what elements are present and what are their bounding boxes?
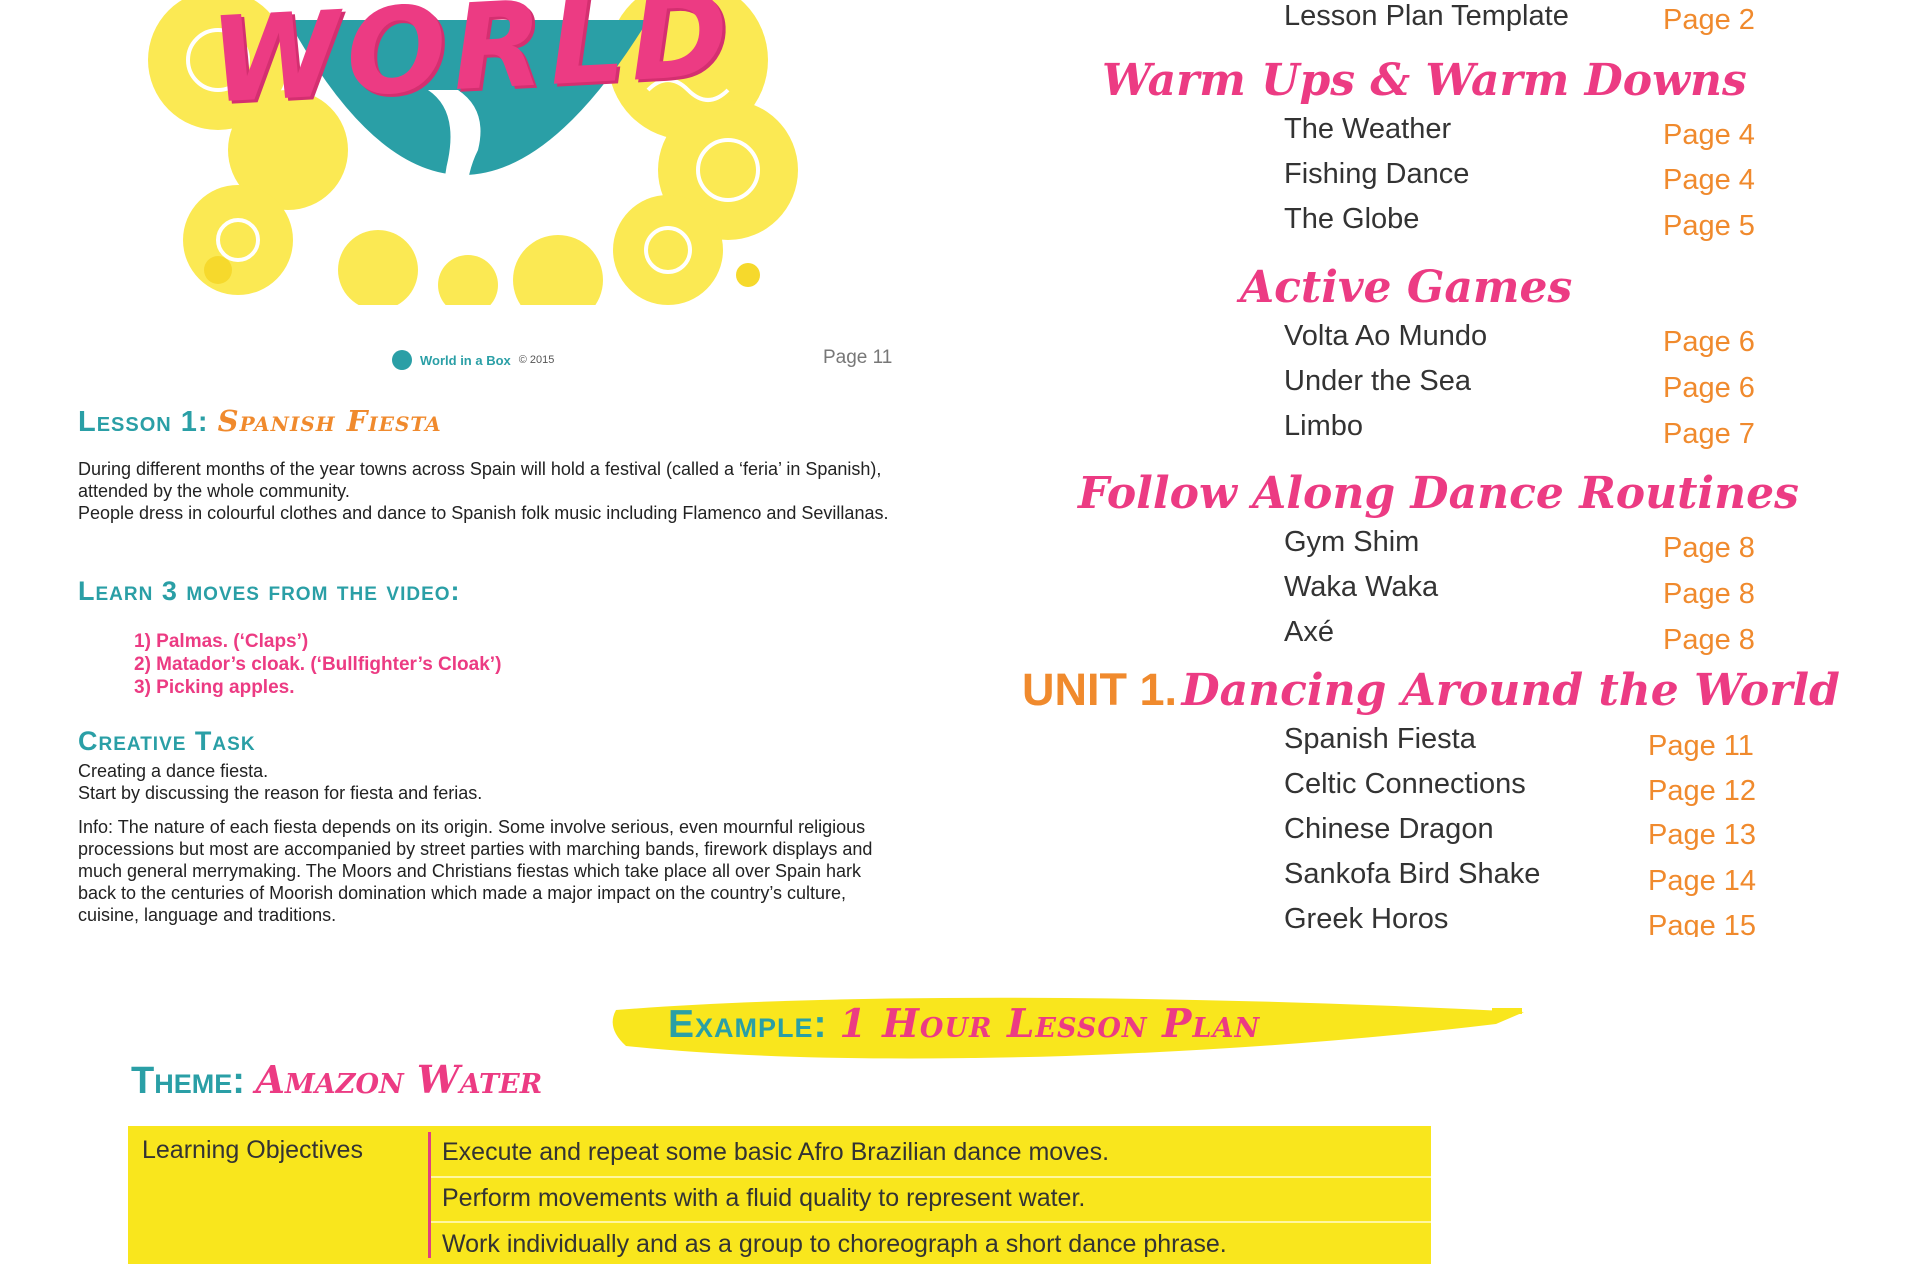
toc-item-page: Page 14 [1648,865,1757,897]
theme-prefix: Theme: [131,1060,245,1102]
toc-item-name: The Weather [1284,113,1452,145]
objective-row: Execute and repeat some basic Afro Brazi… [442,1138,1110,1166]
toc-item-page: Page 6 [1663,326,1755,358]
toc-item-name: Gym Shim [1284,526,1420,558]
theme-title: Amazon Water [255,1057,543,1102]
move-item: 1) Palmas. (‘Claps’) [134,631,309,652]
lesson-heading: Lesson 1: Spanish Fiesta [78,404,442,439]
toc-item-page: Page 8 [1663,532,1755,564]
toc-item-page: Page 4 [1663,164,1755,196]
toc-item-page: Page 2 [1663,4,1755,36]
creative-task-line-1: Creating a dance fiesta. [78,761,269,781]
row-divider [431,1176,1431,1178]
example-heading: Example: 1 Hour Lesson Plan [668,1001,1260,1047]
move-item: 2) Matador’s cloak. (‘Bullfighter’s Cloa… [134,654,502,675]
toc-section-title: Warm Ups & Warm Downs [1102,55,1747,106]
creative-task-line-2: Start by discussing the reason for fiest… [78,783,483,803]
toc-item-name: Volta Ao Mundo [1284,320,1488,352]
toc-item-name: Greek Horos [1284,903,1449,935]
column-divider [428,1132,431,1258]
objectives-label: Learning Objectives [142,1136,363,1164]
world-in-a-box-logo: World in a Box © 2015 [392,350,554,370]
toc-item-name: Under the Sea [1284,365,1472,397]
unit-heading: UNIT 1. Dancing Around the World [1022,664,1840,716]
copyright-text: © 2015 [518,354,555,366]
info-paragraph: Info: The nature of each fiesta depends … [78,817,873,925]
lesson-heading-title: Spanish Fiesta [217,404,442,438]
toc-section-title: Active Games [1240,262,1573,313]
moves-list: 1) Palmas. (‘Claps’) 2) Matador’s cloak.… [134,630,501,699]
toc-item-page: Page 7 [1663,418,1755,450]
toc-item-name: Limbo [1284,410,1363,442]
lesson-heading-prefix: Lesson 1: [78,406,209,438]
lesson-intro-2: People dress in colourful clothes and da… [78,503,889,523]
toc-item-page: Page 15 [1648,910,1757,937]
toc-item-page: Page 6 [1663,372,1755,404]
globe-icon [392,350,412,370]
toc-item-name: Lesson Plan Template [1284,0,1569,32]
toc-item-name: Spanish Fiesta [1284,723,1476,755]
toc-section-title: Follow Along Dance Routines [1078,468,1799,519]
toc-cut-row: Greek Horos Page 15 [1284,903,1784,937]
toc-item-name: Sankofa Bird Shake [1284,858,1541,890]
objective-row: Work individually and as a group to chor… [442,1230,1227,1258]
learning-objectives-table: Learning Objectives Execute and repeat s… [128,1126,1431,1264]
page-number: Page 11 [823,347,893,368]
example-heading-prefix: Example: [668,1003,828,1046]
toc-item-name: Chinese Dragon [1284,813,1494,845]
example-heading-title: 1 Hour Lesson Plan [839,1001,1261,1047]
toc-item-name: Fishing Dance [1284,158,1470,190]
toc-item-page: Page 13 [1648,819,1757,851]
unit-prefix: UNIT 1. [1022,664,1178,715]
toc-item-page: Page 11 [1648,730,1754,762]
objective-row: Perform movements with a fluid quality t… [442,1184,1086,1212]
toc-item-page: Page 4 [1663,119,1755,151]
creative-task-heading: Creative Task [78,726,256,756]
unit-title: Dancing Around the World [1181,665,1840,716]
toc-item-name: The Globe [1284,203,1420,235]
toc-item-page: Page 8 [1663,578,1755,610]
toc-item-page: Page 12 [1648,775,1757,807]
logo-text: World in a Box [420,352,511,368]
toc-item-name: Celtic Connections [1284,768,1526,800]
toc-item-page: Page 5 [1663,210,1755,242]
learn-moves-heading: Learn 3 moves from the video: [78,576,461,606]
move-item: 3) Picking apples. [134,677,295,698]
toc-item-page: Page 8 [1663,624,1755,656]
toc-item-name: Waka Waka [1284,571,1439,603]
row-divider [431,1221,1431,1223]
toc-item-name: Axé [1284,616,1334,648]
lesson-intro-1: During different months of the year town… [78,459,882,501]
theme-heading: Theme: Amazon Water [131,1057,542,1103]
